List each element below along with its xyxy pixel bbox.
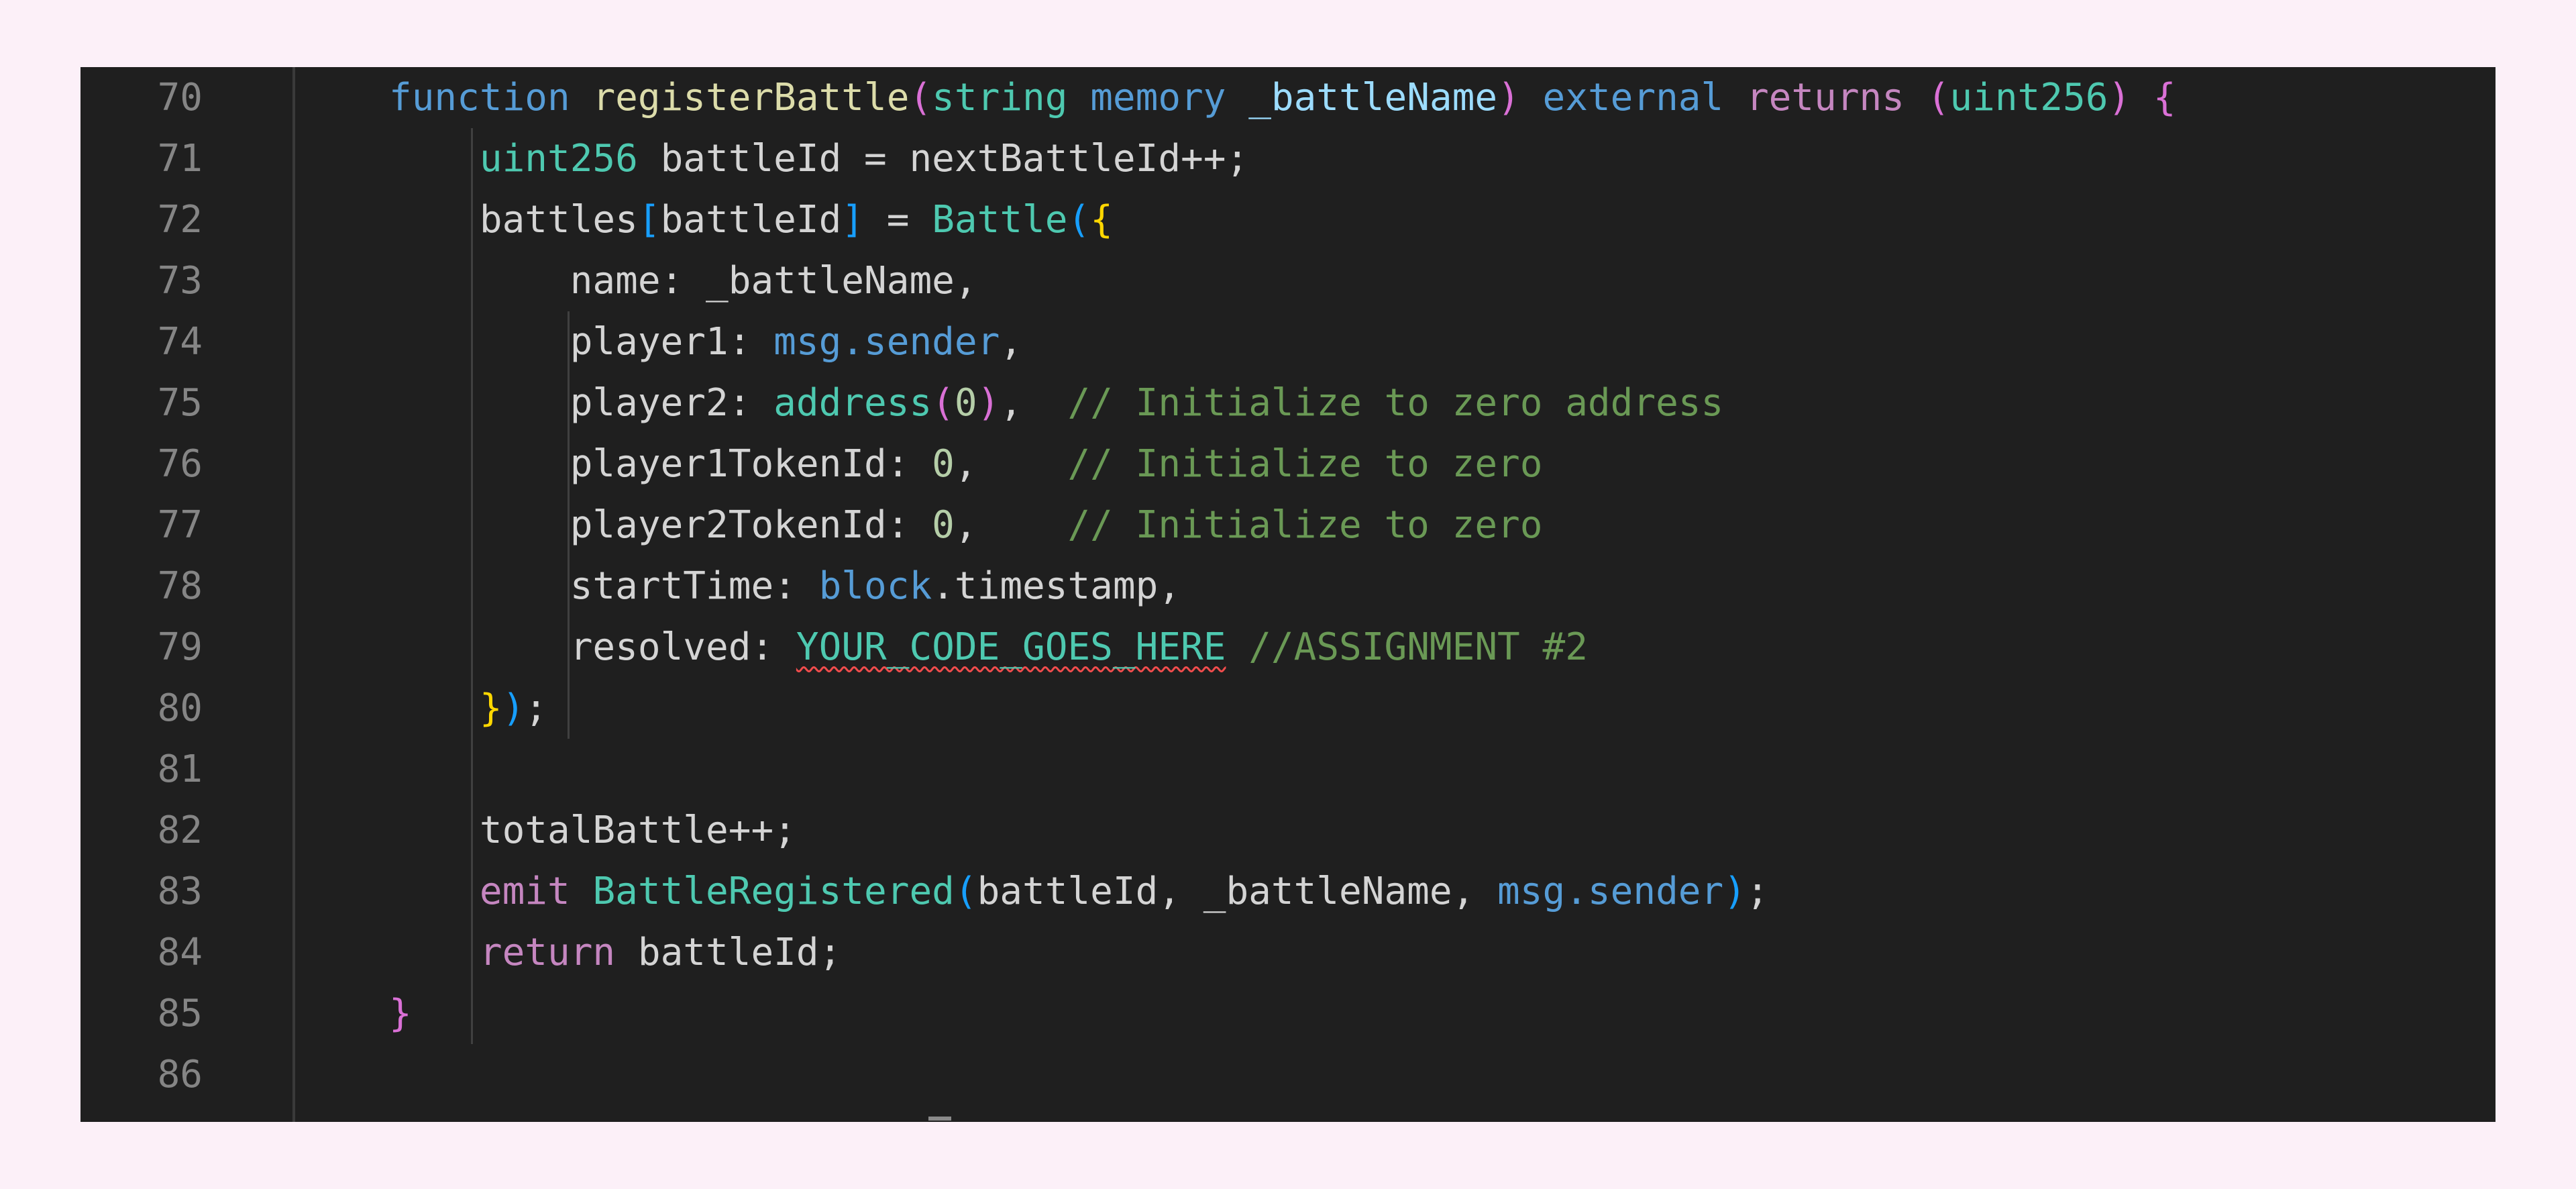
- line-number: 76: [157, 442, 203, 486]
- line-number: 77: [157, 503, 203, 547]
- line-number: 86: [157, 1053, 203, 1096]
- scroll-position-marker: [928, 1117, 951, 1121]
- code-line-76[interactable]: 76 player1TokenId: 0, // Initialize to z…: [80, 433, 2496, 495]
- code-line-75[interactable]: 75 player2: address(0), // Initialize to…: [80, 372, 2496, 433]
- code-line-80[interactable]: 80 });: [80, 678, 2496, 739]
- code-text[interactable]: return battleId;: [389, 922, 841, 983]
- code-line-73[interactable]: 73 name: _battleName,: [80, 250, 2496, 311]
- line-number: 70: [157, 76, 203, 119]
- line-number: 84: [157, 931, 203, 974]
- code-text[interactable]: startTime: block.timestamp,: [389, 556, 1181, 617]
- code-line-81[interactable]: 81: [80, 739, 2496, 800]
- code-line-72[interactable]: 72 battles[battleId] = Battle({: [80, 189, 2496, 250]
- line-number: 71: [157, 137, 203, 180]
- code-line-84[interactable]: 84 return battleId;: [80, 922, 2496, 983]
- code-editor[interactable]: 70 function registerBattle(string memory…: [80, 67, 2496, 1122]
- line-number: 72: [157, 198, 203, 242]
- code-text[interactable]: emit BattleRegistered(battleId, _battleN…: [389, 861, 1769, 922]
- line-number: 82: [157, 809, 203, 852]
- code-line-86[interactable]: 86: [80, 1044, 2496, 1105]
- code-line-71[interactable]: 71 uint256 battleId = nextBattleId++;: [80, 128, 2496, 189]
- code-text[interactable]: player1: msg.sender,: [389, 311, 1022, 372]
- line-number: 78: [157, 564, 203, 608]
- code-line-82[interactable]: 82 totalBattle++;: [80, 800, 2496, 861]
- code-line-74[interactable]: 74 player1: msg.sender,: [80, 311, 2496, 372]
- line-number: 75: [157, 381, 203, 425]
- code-text[interactable]: player2: address(0), // Initialize to ze…: [389, 372, 1724, 433]
- code-text[interactable]: name: _battleName,: [389, 250, 977, 311]
- code-text[interactable]: player1TokenId: 0, // Initialize to zero: [389, 433, 1543, 495]
- code-text[interactable]: function registerBattle(string memory _b…: [389, 67, 2176, 128]
- code-text[interactable]: totalBattle++;: [389, 800, 796, 861]
- code-line-70[interactable]: 70 function registerBattle(string memory…: [80, 67, 2496, 128]
- code-line-77[interactable]: 77 player2TokenId: 0, // Initialize to z…: [80, 495, 2496, 556]
- line-number: 85: [157, 992, 203, 1035]
- code-text[interactable]: uint256 battleId = nextBattleId++;: [389, 128, 1248, 189]
- error-squiggle-placeholder[interactable]: YOUR_CODE_GOES_HERE: [796, 625, 1226, 669]
- line-number: 81: [157, 747, 203, 791]
- code-text[interactable]: resolved: YOUR_CODE_GOES_HERE //ASSIGNME…: [389, 617, 1588, 678]
- line-number: 74: [157, 320, 203, 364]
- line-number: 80: [157, 686, 203, 730]
- code-line-79[interactable]: 79 resolved: YOUR_CODE_GOES_HERE //ASSIG…: [80, 617, 2496, 678]
- code-line-78[interactable]: 78 startTime: block.timestamp,: [80, 556, 2496, 617]
- code-line-85[interactable]: 85 }: [80, 983, 2496, 1044]
- code-text[interactable]: }: [389, 983, 412, 1044]
- code-text[interactable]: battles[battleId] = Battle({: [389, 189, 1113, 250]
- code-text[interactable]: });: [389, 678, 547, 739]
- code-line-83[interactable]: 83 emit BattleRegistered(battleId, _batt…: [80, 861, 2496, 922]
- line-number: 79: [157, 625, 203, 669]
- line-number: 73: [157, 259, 203, 303]
- line-number: 83: [157, 870, 203, 913]
- code-text[interactable]: player2TokenId: 0, // Initialize to zero: [389, 495, 1543, 556]
